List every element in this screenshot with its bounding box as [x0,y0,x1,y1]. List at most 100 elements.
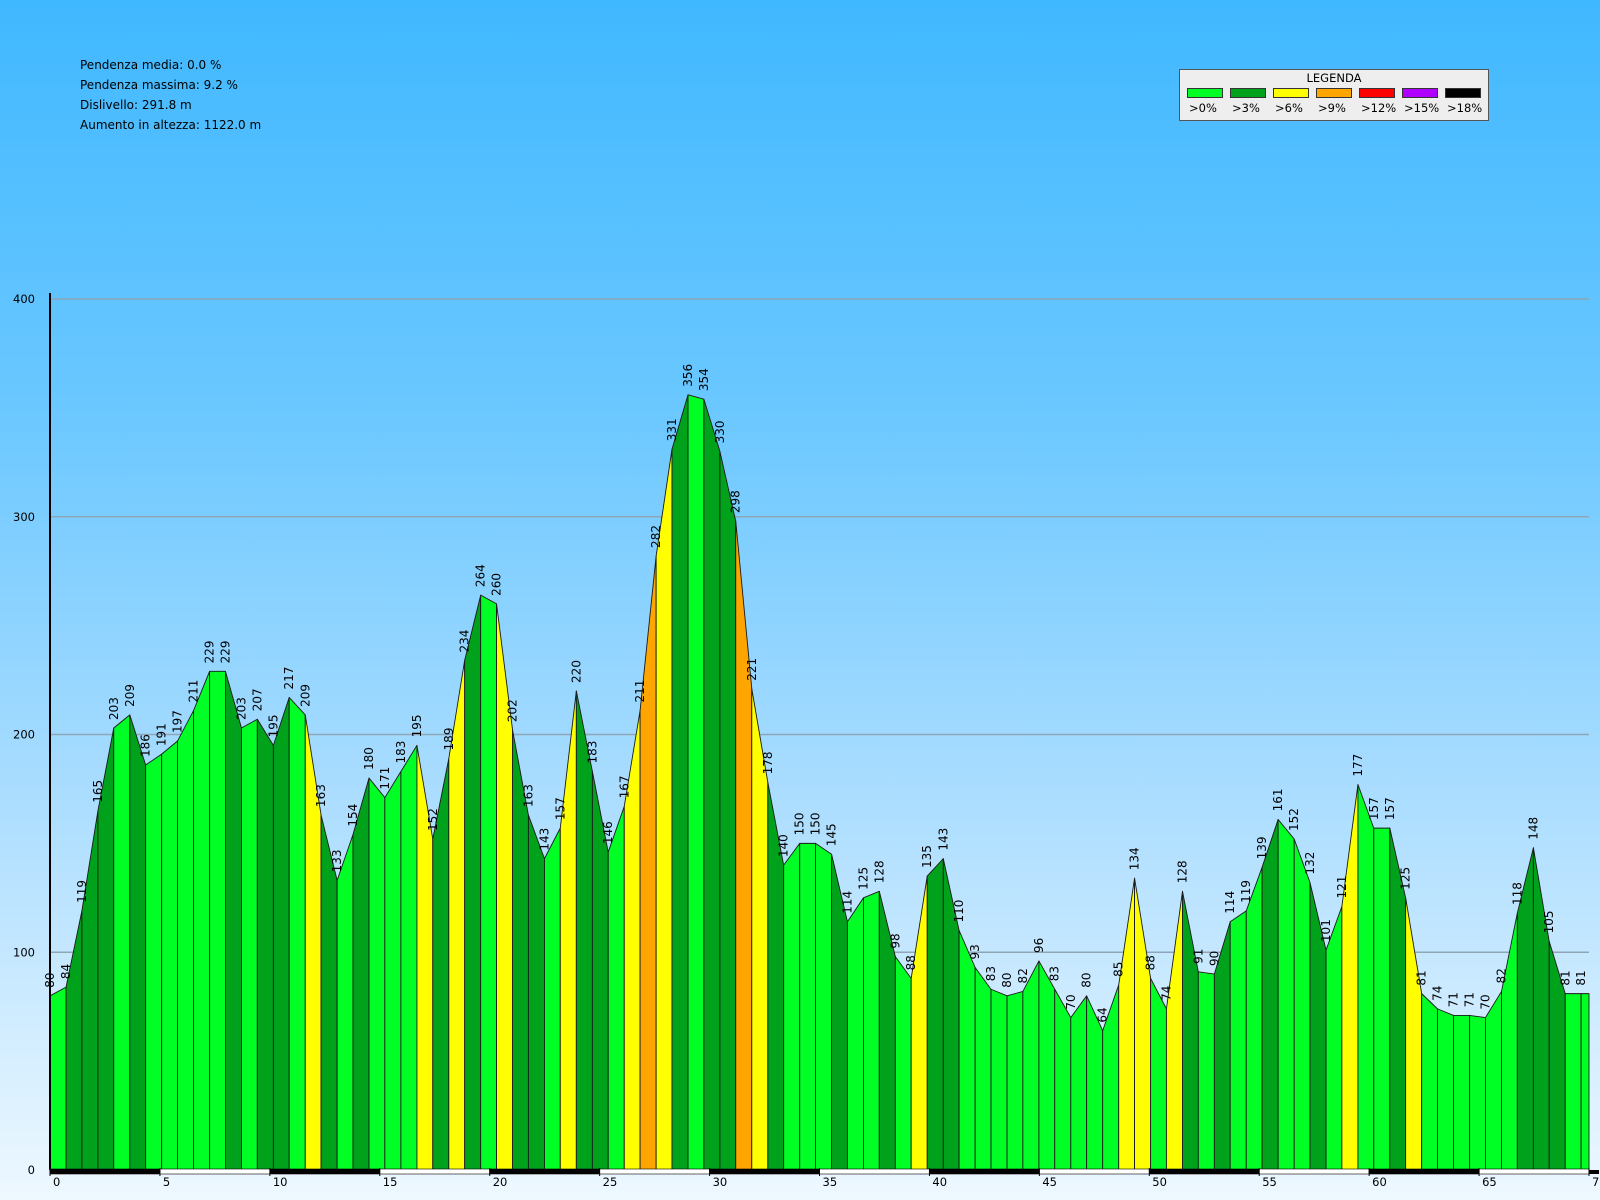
profile-segment [368,777,386,1171]
x-tick-label: 55 [1262,1175,1277,1189]
elevation-label: 148 [1526,817,1540,840]
profile-segment [256,718,274,1171]
elevation-label: 229 [218,640,232,663]
elevation-label: 221 [745,658,759,681]
elevation-label: 229 [203,640,217,663]
elevation-label: 211 [187,680,201,703]
elevation-label: 183 [394,741,408,764]
profile-segment [1341,784,1359,1171]
profile-segment [1118,877,1136,1171]
y-tick-label: 0 [28,1163,35,1177]
elevation-label: 152 [426,808,440,831]
elevation-label: 134 [1128,847,1142,870]
elevation-label: 183 [585,741,599,764]
elevation-label: 101 [1319,919,1333,942]
elevation-label: 82 [1016,968,1030,983]
elevation-label: 264 [474,564,488,587]
x-tick-label: 45 [1042,1175,1057,1189]
y-tick-label: 200 [13,728,35,742]
elevation-label: 105 [1542,910,1556,933]
elevation-label: 202 [506,699,520,722]
elevation-label: 128 [1175,860,1189,883]
x-tick-label: 65 [1482,1175,1497,1189]
elevation-label: 118 [1510,882,1524,905]
elevation-label: 114 [840,891,854,914]
elevation-label: 128 [872,860,886,883]
profile-segment [1405,897,1423,1171]
profile-segment [878,890,896,1171]
profile-segment [958,930,976,1171]
profile-segment [464,594,482,1171]
elevation-label: 70 [1064,994,1078,1009]
profile-segment [1165,890,1183,1171]
profile-segment [65,910,83,1171]
scale-segment [489,1168,600,1175]
elevation-label: 84 [59,964,73,979]
elevation-label: 154 [346,804,360,827]
x-tick-label: 50 [1152,1175,1167,1189]
profile-segment [400,744,418,1171]
elevation-profile [49,394,1590,1171]
elevation-label: 135 [920,845,934,868]
profile-segment [910,875,928,1171]
elevation-label: 125 [1399,867,1413,890]
elevation-label: 98 [888,933,902,948]
elevation-label: 207 [250,688,264,711]
scale-segment [819,1168,930,1175]
profile-segment [990,988,1008,1171]
x-tick-label: 5 [163,1175,170,1189]
profile-segment [974,967,992,1171]
profile-segment [272,697,290,1171]
profile-segment [687,394,705,1171]
x-tick-label: 30 [713,1175,728,1189]
elevation-label: 157 [1383,797,1397,820]
profile-segment [1022,960,1040,1171]
elevation-label: 96 [1032,938,1046,953]
elevation-label: 209 [123,684,137,707]
elevation-label: 165 [91,780,105,803]
profile-segment [1325,906,1343,1171]
elevation-label: 83 [984,966,998,981]
elevation-label: 132 [1303,852,1317,875]
elevation-label: 85 [1112,962,1126,977]
elevation-label: 121 [1335,876,1349,899]
elevation-label: 119 [75,880,89,903]
elevation-label: 90 [1207,951,1221,966]
x-tick-label: 25 [603,1175,618,1189]
profile-segment [209,670,226,1171]
elevation-chart: 8084119165203209186191197211229229203207… [13,292,1600,1189]
elevation-label: 143 [537,828,551,851]
profile-segment [193,670,211,1171]
profile-segment [863,890,880,1171]
elevation-label: 114 [1223,891,1237,914]
elevation-label: 163 [314,784,328,807]
profile-segment [480,594,497,1171]
elevation-label: 197 [171,710,185,733]
elevation-label: 110 [952,900,966,923]
profile-segment [1421,993,1438,1171]
elevation-label: 81 [1415,970,1429,985]
scale-segment [1039,1168,1150,1175]
scale-segment [1368,1168,1480,1175]
elevation-label: 119 [1239,880,1253,903]
profile-segment [49,986,67,1171]
x-tick-label: 60 [1372,1175,1387,1189]
profile-segment [735,520,753,1171]
profile-segment [846,897,864,1171]
profile-segment [161,740,178,1171]
elevation-label: 157 [553,797,567,820]
scale-segment [599,1168,710,1175]
profile-segment [1373,827,1391,1171]
profile-segment [1532,847,1550,1171]
profile-segment [1054,988,1072,1171]
scale-segment [379,1168,491,1175]
x-tick-label: 35 [823,1175,838,1189]
elevation-label: 177 [1351,754,1365,777]
profile-segment [336,834,354,1171]
x-tick-label: 0 [53,1175,60,1189]
profile-segment [113,714,131,1171]
elevation-label: 150 [793,812,807,835]
profile-segment [224,670,242,1171]
profile-segment [145,753,163,1171]
profile-segment [1229,910,1247,1171]
